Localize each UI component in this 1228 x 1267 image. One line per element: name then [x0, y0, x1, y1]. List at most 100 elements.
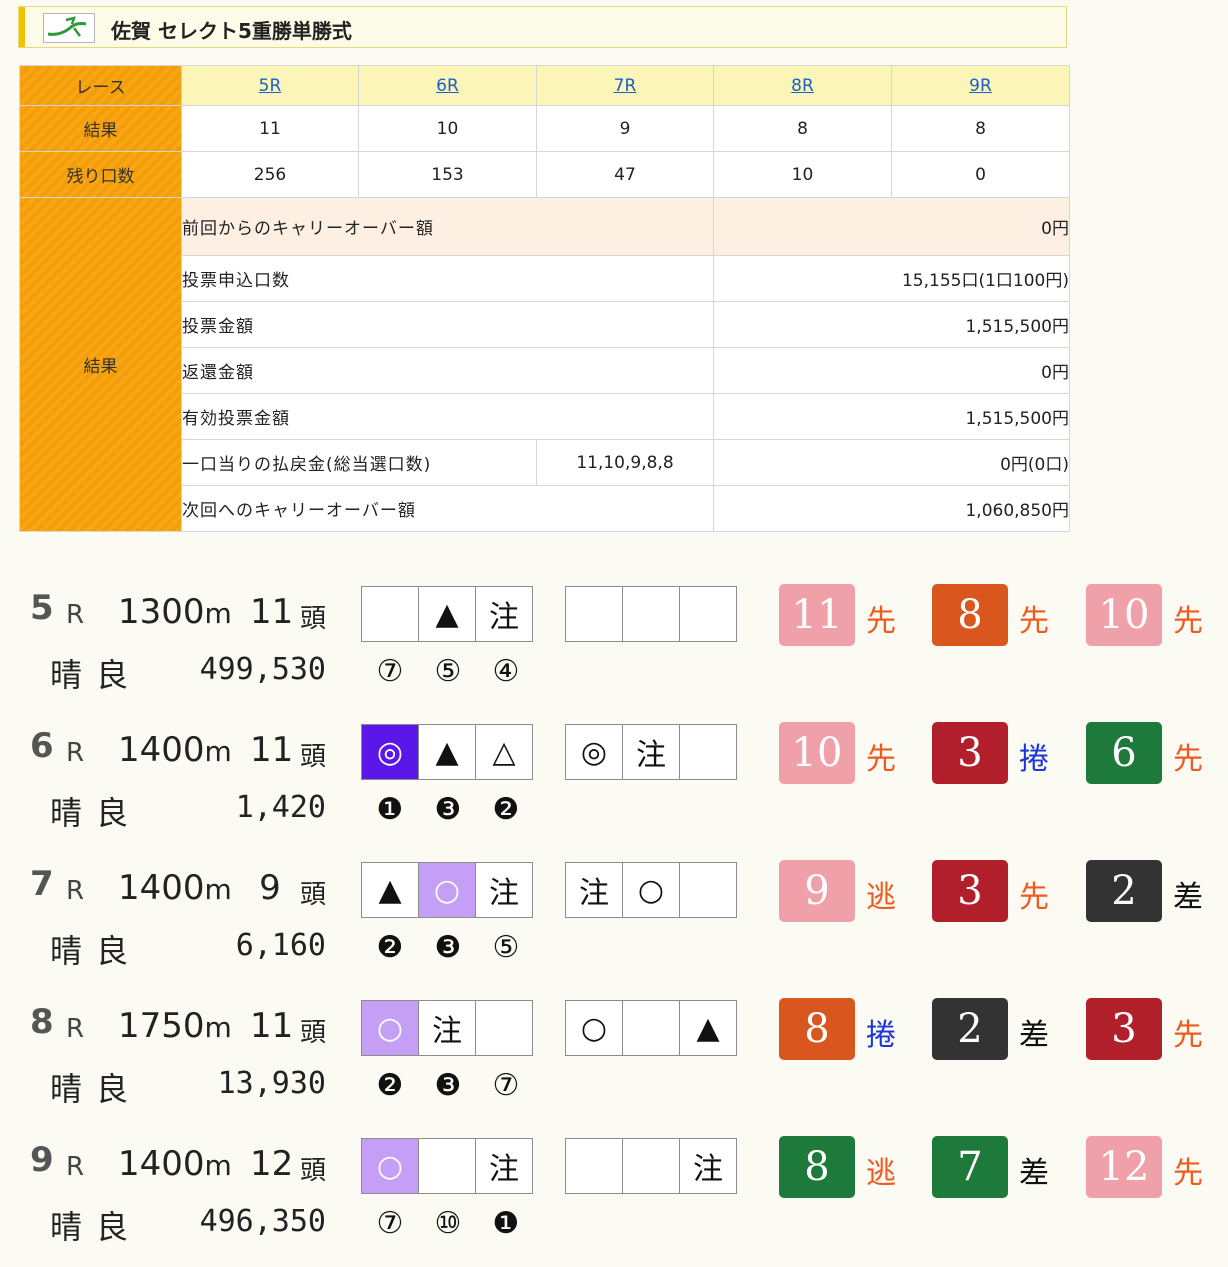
prediction-mark-cell: 注 — [475, 862, 533, 918]
distance-unit: m — [204, 873, 232, 906]
summary-row-label: 次回へのキャリーオーバー額 — [181, 485, 714, 532]
race-link-cell: 9R — [891, 65, 1070, 106]
popularity-marker: ④ — [492, 654, 520, 689]
summary-row-value: 0円 — [713, 347, 1070, 394]
horse-number-badge: 8 — [779, 998, 855, 1060]
weather-track-condition: 晴良 — [50, 794, 143, 832]
prediction-mark-cell: △ — [475, 724, 533, 780]
race-link-6r[interactable]: 6R — [436, 76, 459, 96]
prediction-mark-cell: 注 — [565, 862, 623, 918]
result-cell: 11 — [181, 105, 359, 152]
runner-count-unit: 頭 — [300, 880, 327, 910]
running-style-label: 先 — [866, 604, 896, 639]
prediction-mark-cell: ○ — [565, 1000, 623, 1056]
race-link-9r[interactable]: 9R — [969, 76, 992, 96]
winning-combination: 11,10,9,8,8 — [536, 439, 714, 486]
prediction-mark-cell: 注 — [679, 1138, 737, 1194]
popularity-marker: ⑤ — [492, 930, 520, 965]
popularity-marker: ⑩ — [434, 1206, 462, 1241]
runner-count: 11 — [250, 1006, 294, 1046]
distance-value: 1300 — [118, 592, 205, 632]
running-style-label: 先 — [1173, 604, 1203, 639]
race-link-8r[interactable]: 8R — [791, 76, 814, 96]
prediction-marks-secondary: ○ ▲ — [565, 1000, 737, 1058]
summary-row-label: 返還金額 — [181, 347, 714, 394]
running-style-label: 捲 — [1019, 742, 1049, 777]
race-number: 9 — [30, 1140, 54, 1180]
runner-count-unit: 頭 — [300, 604, 327, 634]
running-style-label: 先 — [1019, 604, 1049, 639]
weather-track-condition: 晴良 — [50, 1208, 143, 1246]
race-link-5r[interactable]: 5R — [259, 76, 282, 96]
race-r-label: R — [66, 1014, 85, 1044]
horse-number-badge: 2 — [1086, 860, 1162, 922]
race-distance: 1750m — [118, 1006, 232, 1046]
prediction-mark-cell: ○ — [361, 1138, 419, 1194]
popularity-markers: ⑦⑤④ — [361, 654, 535, 689]
running-style-label: 先 — [1173, 1018, 1203, 1053]
popularity-marker: ❷ — [376, 930, 404, 965]
race-number: 7 — [30, 864, 54, 904]
summary-row-value: 1,515,500円 — [713, 301, 1070, 348]
runner-count: 11 — [250, 730, 294, 770]
race-r-label: R — [66, 600, 85, 630]
prediction-marks-primary: ○ 注 — [361, 1000, 533, 1058]
horse-number-badge: 10 — [1086, 584, 1162, 646]
prediction-mark-cell — [565, 1138, 623, 1194]
race-link-7r[interactable]: 7R — [614, 76, 637, 96]
race-link-cell: 7R — [536, 65, 714, 106]
running-style-label: 差 — [1173, 880, 1203, 915]
prediction-mark-cell: ○ — [361, 1000, 419, 1056]
remaining-cell: 10 — [713, 151, 892, 198]
summary-row-value: 15,155口(1口100円) — [713, 255, 1070, 302]
payout-amount: 1,420 — [235, 790, 326, 825]
summary-row-value: 1,060,850円 — [713, 485, 1070, 532]
popularity-markers: ⑦⑩❶ — [361, 1206, 535, 1241]
horse-number-badge: 6 — [1086, 722, 1162, 784]
result-cell: 9 — [536, 105, 714, 152]
runner-count: 12 — [250, 1144, 294, 1184]
running-style-label: 先 — [1173, 1156, 1203, 1191]
race-distance: 1300m — [118, 592, 232, 632]
select5-info-table: レース 5R 6R 7R 8R 9R 結果 11 10 9 8 8 残り口数 2… — [19, 65, 1070, 532]
running-style-label: 先 — [1019, 880, 1049, 915]
horse-number-badge: 11 — [779, 584, 855, 646]
prediction-marks-primary: ◎ ▲ △ — [361, 724, 533, 782]
popularity-marker: ❸ — [434, 1068, 462, 1103]
distance-unit: m — [204, 597, 232, 630]
header-accent-bar — [19, 7, 25, 47]
popularity-markers: ❷❸⑤ — [361, 930, 535, 965]
distance-unit: m — [204, 735, 232, 768]
prediction-mark-cell — [679, 586, 737, 642]
payout-amount: 499,530 — [199, 652, 326, 687]
race-row: 9 R 1400m 12 頭晴良 496,350 ○ 注注 ⑦ ⑩ ❶ 8 逃 7 差 12 先 — [0, 1136, 1228, 1258]
runner-count-unit: 頭 — [300, 1156, 327, 1186]
prediction-marks-secondary: ◎ 注 — [565, 724, 737, 782]
horse-number-badge: 3 — [932, 860, 1008, 922]
prediction-mark-cell: ▲ — [679, 1000, 737, 1056]
running-style-label: 捲 — [866, 1018, 896, 1053]
race-r-label: R — [66, 738, 85, 768]
race-row: 5 R 1300m 11 頭晴良 499,530 ▲ 注 ⑦ ⑤ ④ 11 先 8 先 10 先 — [0, 584, 1228, 706]
prediction-marks-primary: ▲ 注 — [361, 586, 533, 644]
prediction-marks-secondary — [565, 586, 737, 644]
prediction-mark-cell — [622, 1000, 680, 1056]
distance-value: 1400 — [118, 1144, 205, 1184]
horse-number-badge: 12 — [1086, 1136, 1162, 1198]
distance-unit: m — [204, 1011, 232, 1044]
prediction-mark-cell: 注 — [475, 1138, 533, 1194]
race-number: 5 — [30, 588, 54, 628]
prediction-mark-cell — [622, 586, 680, 642]
popularity-markers: ❷❸⑦ — [361, 1068, 535, 1103]
prediction-mark-cell: ◎ — [565, 724, 623, 780]
summary-row-label: 投票申込口数 — [181, 255, 714, 302]
result-row-label: 結果 — [19, 105, 182, 152]
summary-row-label: 前回からのキャリーオーバー額 — [181, 197, 714, 256]
prediction-mark-cell — [361, 586, 419, 642]
distance-unit: m — [204, 1149, 232, 1182]
popularity-marker: ❶ — [492, 1206, 520, 1241]
remaining-cell: 47 — [536, 151, 714, 198]
prediction-mark-cell — [622, 1138, 680, 1194]
popularity-marker: ❷ — [492, 792, 520, 827]
popularity-marker: ❸ — [434, 930, 462, 965]
